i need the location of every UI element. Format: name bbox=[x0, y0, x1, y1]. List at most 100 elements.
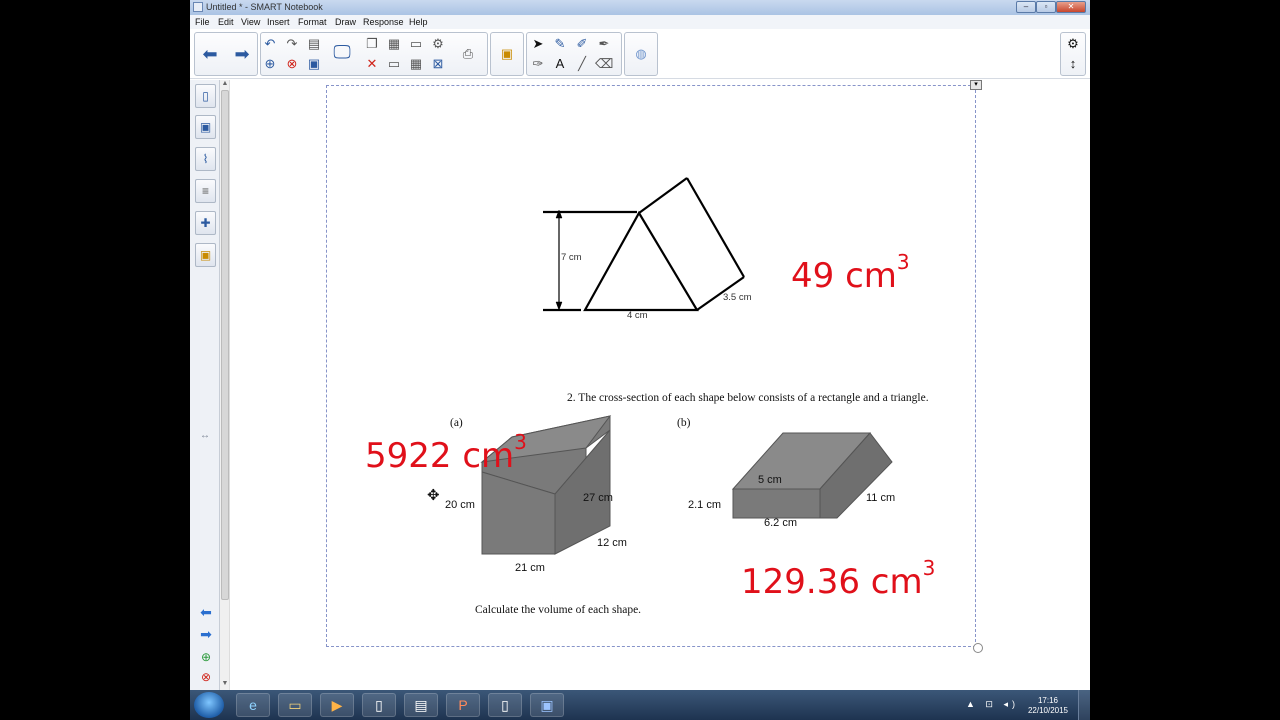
shape-b-top-label: 5 cm bbox=[758, 474, 782, 486]
clock-date: 22/10/2015 bbox=[1027, 706, 1068, 715]
prism-base-label: 4 cm bbox=[627, 310, 648, 321]
shape-a-base-label: 21 cm bbox=[515, 562, 545, 574]
side-tab-bar: ▯ ▣ ⌇ ≡ ✚ ▣ ↔ ⬅ ➡ ⊕ ⊗ bbox=[190, 80, 220, 690]
side-delete-page-icon[interactable]: ⊗ bbox=[196, 670, 216, 684]
resize-handle[interactable] bbox=[973, 643, 983, 653]
internet-explorer-icon[interactable]: e bbox=[236, 693, 270, 717]
presentation-icon[interactable]: ▤ bbox=[404, 693, 438, 717]
document-icon[interactable]: ▯ bbox=[362, 693, 396, 717]
menu-draw[interactable]: Draw bbox=[335, 17, 356, 27]
shape-a-depth-label: 12 cm bbox=[597, 537, 627, 549]
next-page-icon[interactable]: ➡ bbox=[233, 45, 251, 63]
menu-view[interactable]: View bbox=[241, 17, 260, 27]
system-tray: ▲ ⊡ ◂) 17:16 22/10/2015 bbox=[960, 690, 1090, 720]
properties-tab-icon[interactable]: ≡ bbox=[195, 179, 216, 203]
move-cursor-icon: ✥ bbox=[427, 487, 440, 504]
shape-b-prism bbox=[731, 432, 893, 519]
screen-cover-icon[interactable]: ▭ bbox=[385, 55, 403, 73]
tools-group: ➤ ✎ ✐ ✒ ✑ A ╱ ⌫ bbox=[526, 32, 622, 76]
toolbar: ⬅ ➡ ↶ ↷ ▤ ⊕ ⊗ ▣ 🖵 ❐ ▦ ▭ ⚙ ✕ ▭ ▦ ⊠ ⎙ ▣ ➤ … bbox=[190, 29, 1090, 79]
fill-icon[interactable]: ◍ bbox=[632, 45, 650, 63]
clock-time: 17:16 bbox=[1037, 696, 1058, 705]
menu-response[interactable]: Response bbox=[363, 17, 404, 27]
part-b-label: (b) bbox=[677, 417, 691, 429]
shape-b-depth-label: 11 cm bbox=[866, 492, 896, 504]
minimize-button[interactable]: – bbox=[1016, 1, 1036, 13]
document-camera-icon[interactable]: ⎙ bbox=[459, 45, 477, 63]
attachments-icon[interactable]: ⌇ bbox=[195, 147, 216, 171]
side-previous-icon[interactable]: ⬅ bbox=[196, 604, 216, 621]
menu-edit[interactable]: Edit bbox=[218, 17, 234, 27]
app-icon bbox=[193, 2, 203, 12]
add-page-icon[interactable]: ⊕ bbox=[261, 55, 279, 73]
response-icon[interactable]: ▣ bbox=[498, 45, 516, 63]
select-arrow-icon[interactable]: ➤ bbox=[529, 35, 547, 53]
powerpoint-icon[interactable]: P bbox=[446, 693, 480, 717]
scroll-down-icon[interactable]: ▼ bbox=[220, 680, 230, 687]
open-file-icon[interactable]: ▤ bbox=[305, 35, 323, 53]
media-player-icon[interactable]: ▶ bbox=[320, 693, 354, 717]
answer-volume-1: 49 cm3 bbox=[791, 250, 910, 296]
creative-pen-icon[interactable]: ✐ bbox=[573, 35, 591, 53]
magic-pen-icon[interactable]: ✒ bbox=[595, 35, 613, 53]
menu-insert[interactable]: Insert bbox=[267, 17, 290, 27]
addons-icon[interactable]: ✚ bbox=[195, 211, 216, 235]
notebook-canvas[interactable]: 7 cm 4 cm 3.5 cm 49 cm3 2. The cross-sec… bbox=[230, 80, 1090, 690]
delete-icon[interactable]: ✕ bbox=[363, 55, 381, 73]
tray-icons[interactable]: ▲ ⊡ ◂) bbox=[966, 699, 1019, 710]
clock[interactable]: 17:16 22/10/2015 bbox=[1028, 696, 1068, 716]
previous-page-icon[interactable]: ⬅ bbox=[201, 45, 219, 63]
line-icon[interactable]: ╱ bbox=[573, 55, 591, 73]
response-tab-icon[interactable]: ▣ bbox=[195, 243, 216, 267]
pen-icon[interactable]: ✎ bbox=[551, 35, 569, 53]
settings-group: ⚙ ↕ bbox=[1060, 32, 1086, 76]
delete-page-icon[interactable]: ⊗ bbox=[283, 55, 301, 73]
show-desktop-button[interactable] bbox=[1078, 690, 1090, 720]
paste-icon[interactable]: ❐ bbox=[363, 35, 381, 53]
redo-icon[interactable]: ↷ bbox=[283, 35, 301, 53]
gallery-icon[interactable]: ▣ bbox=[195, 115, 216, 139]
screen-shade-icon[interactable]: ▭ bbox=[407, 35, 425, 53]
undo-icon[interactable]: ↶ bbox=[261, 35, 279, 53]
shape-b-base-label: 6.2 cm bbox=[764, 517, 798, 529]
vertical-scrollbar[interactable]: ▲ ▼ bbox=[220, 80, 230, 690]
page-sorter-icon[interactable]: ▯ bbox=[195, 84, 216, 108]
worksheet-image[interactable]: 7 cm 4 cm 3.5 cm 49 cm3 2. The cross-sec… bbox=[326, 85, 976, 647]
fill-group: ◍ bbox=[624, 32, 658, 76]
close-button[interactable]: ✕ bbox=[1056, 1, 1086, 13]
question-2-text: 2. The cross-section of each shape below… bbox=[567, 392, 929, 404]
menu-format[interactable]: Format bbox=[298, 17, 327, 27]
text-icon[interactable]: A bbox=[551, 55, 569, 73]
insert-table-icon[interactable]: ▦ bbox=[407, 55, 425, 73]
side-next-icon[interactable]: ➡ bbox=[196, 626, 216, 643]
gear-icon[interactable]: ⚙ bbox=[1064, 35, 1082, 53]
scroll-thumb[interactable] bbox=[221, 90, 229, 600]
answer-volume-2: 5922 cm3 bbox=[365, 430, 527, 476]
response-group: ▣ bbox=[490, 32, 524, 76]
notebook-file-icon[interactable]: ▯ bbox=[488, 693, 522, 717]
start-button[interactable] bbox=[194, 692, 224, 718]
menu-file[interactable]: File bbox=[195, 17, 210, 27]
file-explorer-icon[interactable]: ▭ bbox=[278, 693, 312, 717]
display-screen-icon[interactable]: 🖵 bbox=[333, 43, 351, 61]
answer-volume-3: 129.36 cm3 bbox=[741, 556, 936, 602]
triangular-prism bbox=[543, 177, 745, 312]
move-toolbar-icon[interactable]: ↕ bbox=[1064, 55, 1082, 73]
smart-notebook-window: Untitled * - SMART Notebook – ▫ ✕ File E… bbox=[190, 0, 1090, 720]
side-add-page-icon[interactable]: ⊕ bbox=[196, 650, 216, 664]
properties-icon[interactable]: ⊠ bbox=[429, 55, 447, 73]
insert-widget-icon[interactable]: ⚙ bbox=[429, 35, 447, 53]
eraser-icon[interactable]: ⌫ bbox=[595, 55, 613, 73]
scroll-up-icon[interactable]: ▲ bbox=[220, 80, 230, 87]
shape-a-right-label: 27 cm bbox=[583, 492, 613, 504]
smart-tools-icon[interactable]: ▣ bbox=[530, 693, 564, 717]
screen-capture-icon[interactable]: ▦ bbox=[385, 35, 403, 53]
pens-icon[interactable]: ✑ bbox=[529, 55, 547, 73]
menu-help[interactable]: Help bbox=[409, 17, 428, 27]
shape-b-left-label: 2.1 cm bbox=[688, 499, 722, 511]
save-icon[interactable]: ▣ bbox=[305, 55, 323, 73]
object-menu-handle[interactable]: ▾ bbox=[970, 80, 982, 90]
prism-height-label: 7 cm bbox=[561, 252, 582, 263]
maximize-button[interactable]: ▫ bbox=[1036, 1, 1056, 13]
resize-grip-icon[interactable]: ↔ bbox=[190, 430, 220, 441]
